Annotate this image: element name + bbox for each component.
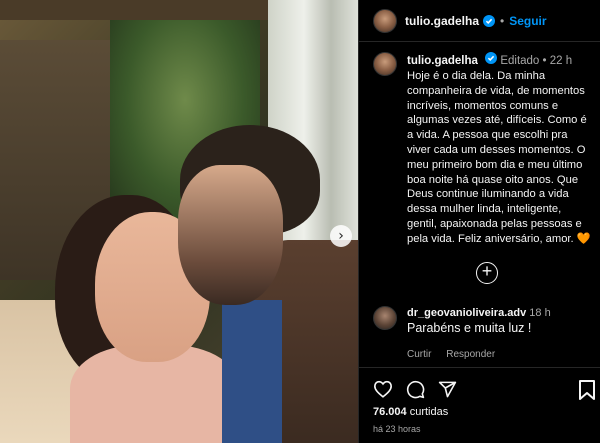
post-timestamp[interactable]: há 23 horas	[373, 424, 421, 434]
header-separator: •	[500, 13, 505, 28]
action-icons	[373, 380, 470, 399]
comment-age: 18 h	[529, 307, 551, 319]
bookmark-icon[interactable]	[579, 380, 595, 400]
caption-separator: •	[542, 55, 547, 67]
header-username[interactable]: tulio.gadelha	[405, 14, 479, 28]
caption-username[interactable]: tulio.gadelha	[407, 55, 478, 67]
avatar[interactable]	[373, 8, 397, 33]
comment-icon[interactable]	[406, 380, 425, 399]
comment-username[interactable]: dr_geovanioliveira.adv	[407, 307, 526, 319]
caption-text-content: Hoje é o dia dela. Da minha companheira …	[407, 70, 590, 245]
edited-label: Editado	[500, 55, 540, 67]
caption-body: tulio.gadelha Editado • 22 h Hoje é o di…	[407, 52, 593, 247]
follow-button[interactable]: Seguir	[509, 14, 546, 28]
comment-reply-button[interactable]: Responder	[446, 349, 495, 360]
caption-age[interactable]: 22 h	[550, 55, 572, 67]
photo-man-face	[178, 165, 283, 305]
next-photo-chevron-right-icon[interactable]: ›	[330, 225, 352, 247]
share-icon[interactable]	[438, 380, 457, 399]
post-header: tulio.gadelha • Seguir	[359, 0, 600, 42]
comment-meta: dr_geovanioliveira.adv 18 h	[407, 306, 551, 320]
photo-man-shirt	[222, 300, 282, 443]
comment-avatar[interactable]	[373, 306, 397, 330]
caption-text: Hoje é o dia dela. Da minha companheira …	[407, 69, 593, 247]
comment-like-button[interactable]: Curtir	[407, 349, 431, 360]
likes-word: curtidas	[409, 406, 449, 418]
verified-badge-icon	[485, 52, 498, 64]
caption-avatar[interactable]	[373, 52, 397, 76]
likes-count[interactable]: 76.004 curtidas	[373, 406, 448, 418]
comment-text: Parabéns e muita luz !	[407, 321, 532, 335]
likes-number: 76.004	[373, 406, 407, 418]
post-photo[interactable]: ›	[0, 0, 358, 443]
verified-badge-icon	[483, 14, 496, 27]
orange-heart-emoji: 🧡	[576, 232, 591, 245]
post-caption: tulio.gadelha Editado • 22 h Hoje é o di…	[373, 52, 595, 247]
caption-meta: tulio.gadelha Editado • 22 h	[407, 52, 593, 69]
load-more-comments-add-circle-icon[interactable]: +	[476, 262, 498, 284]
heart-icon[interactable]	[373, 380, 393, 398]
post-sidebar: tulio.gadelha • Seguir tulio.gadelha Edi…	[358, 0, 600, 443]
post-actions-bar: 76.004 curtidas há 23 horas	[359, 367, 600, 443]
comment-item: dr_geovanioliveira.adv 18 h Parabéns e m…	[373, 306, 595, 360]
comment-body: dr_geovanioliveira.adv 18 h Parabéns e m…	[407, 306, 551, 360]
comment-actions: Curtir Responder	[407, 349, 551, 360]
